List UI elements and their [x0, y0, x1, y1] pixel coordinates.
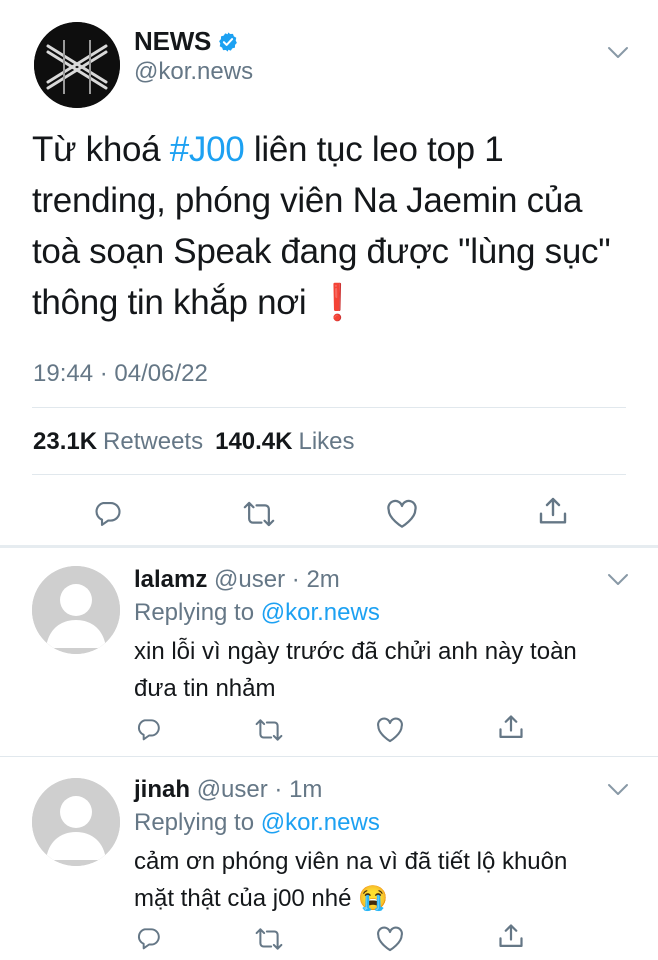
chevron-down-icon[interactable] — [607, 573, 629, 587]
avatar[interactable] — [32, 566, 120, 654]
reply-tweet[interactable]: lalamz @user · 2m Replying to @kor.news … — [0, 548, 658, 754]
share-icon[interactable] — [497, 713, 525, 741]
reply-text-line: cảm ơn phóng viên na vì đã tiết lộ khuôn — [134, 848, 568, 875]
like-icon[interactable] — [386, 499, 418, 529]
news-logo-icon — [34, 22, 120, 108]
reply-text-line: đưa tin nhảm — [134, 675, 276, 702]
reply-author-name[interactable]: lalamz — [134, 566, 207, 593]
hashtag-link[interactable]: #J00 — [170, 130, 245, 169]
divider — [32, 474, 626, 475]
chevron-down-icon[interactable] — [607, 783, 629, 797]
retweet-icon[interactable] — [255, 927, 283, 951]
retweet-icon[interactable] — [243, 500, 275, 528]
replying-to: Replying to @kor.news — [134, 809, 380, 837]
reply-time[interactable]: · 1m — [274, 776, 322, 803]
reply-text-line: xin lỗi vì ngày trước đã chửi anh này to… — [134, 638, 577, 665]
tweet-text-line: toà soạn Speak đang được "lùng sục" — [32, 232, 611, 271]
replying-to-link[interactable]: @kor.news — [261, 599, 380, 626]
main-tweet: NEWS @kor.news Từ khoá #J00 liên tục leo… — [0, 0, 658, 548]
tweet-text-segment: liên tục leo top 1 — [244, 130, 504, 169]
likes-label[interactable]: Likes — [298, 428, 354, 456]
like-icon[interactable] — [376, 717, 404, 743]
tweet-text-line: thông tin khắp nơi — [32, 283, 307, 322]
reply-text: xin lỗi vì ngày trước đã chửi anh này to… — [134, 633, 634, 707]
tweet-text: Từ khoá #J00 liên tục leo top 1 trending… — [32, 124, 632, 328]
tweet-timestamp[interactable]: 19:44 · 04/06/22 — [33, 360, 208, 388]
reply-icon[interactable] — [135, 716, 161, 742]
tweet-stats: 23.1K Retweets 140.4K Likes — [33, 428, 367, 456]
news-avatar[interactable] — [34, 22, 120, 108]
verified-badge-icon — [217, 31, 239, 53]
default-avatar-icon — [32, 778, 120, 866]
tweet-text-line: trending, phóng viên Na Jaemin của — [32, 181, 583, 220]
replying-to-link[interactable]: @kor.news — [261, 809, 380, 836]
reply-author-name[interactable]: jinah — [134, 776, 190, 803]
default-avatar-icon — [32, 566, 120, 654]
reply-author-handle[interactable]: @user — [197, 776, 268, 803]
chevron-down-icon[interactable] — [607, 46, 629, 60]
retweets-label[interactable]: Retweets — [103, 428, 203, 456]
reply-header: jinah @user · 1m — [134, 776, 322, 804]
reply-icon[interactable] — [92, 498, 122, 528]
reply-tweet[interactable]: jinah @user · 1m Replying to @kor.news c… — [0, 758, 658, 960]
replying-to-prefix: Replying to — [134, 809, 261, 836]
reply-text-line: mặt thật của j00 nhé — [134, 885, 352, 912]
reply-author-handle[interactable]: @user — [214, 566, 285, 593]
divider — [0, 756, 658, 757]
divider — [32, 407, 626, 408]
retweet-icon[interactable] — [255, 718, 283, 742]
replying-to-prefix: Replying to — [134, 599, 261, 626]
likes-count[interactable]: 140.4K — [215, 428, 292, 456]
share-icon[interactable] — [497, 922, 525, 950]
reply-time[interactable]: · 2m — [292, 566, 340, 593]
author-name[interactable]: NEWS — [134, 26, 211, 57]
tweet-text-segment: Từ khoá — [32, 130, 170, 169]
share-icon[interactable] — [537, 495, 569, 527]
author-handle[interactable]: @kor.news — [134, 58, 253, 86]
replying-to: Replying to @kor.news — [134, 599, 380, 627]
exclamation-emoji: ❗ — [315, 283, 360, 322]
avatar[interactable] — [32, 778, 120, 866]
reply-text: cảm ơn phóng viên na vì đã tiết lộ khuôn… — [134, 843, 634, 917]
retweets-count[interactable]: 23.1K — [33, 428, 97, 456]
like-icon[interactable] — [376, 926, 404, 952]
crying-face-emoji: 😭 — [358, 885, 389, 912]
reply-header: lalamz @user · 2m — [134, 566, 340, 594]
reply-icon[interactable] — [135, 925, 161, 951]
